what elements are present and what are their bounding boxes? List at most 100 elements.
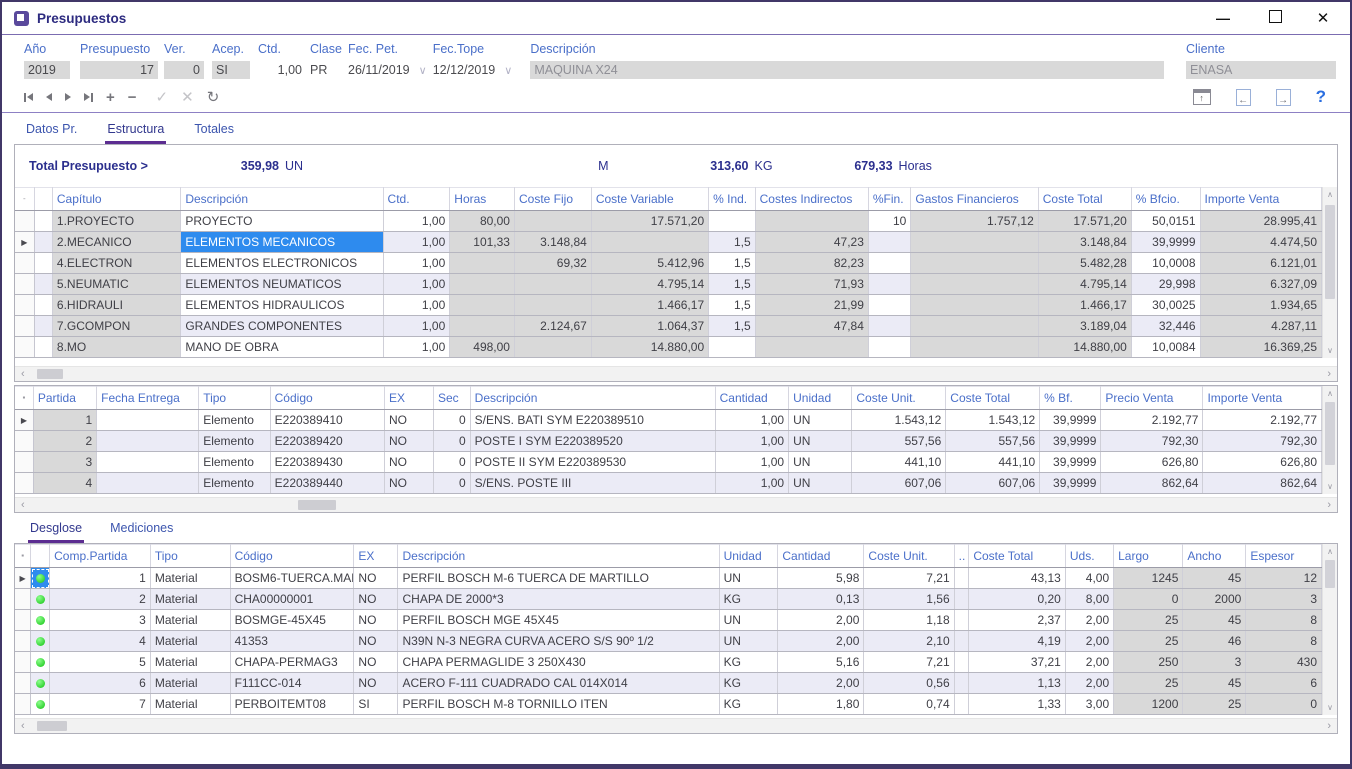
- grid-cell[interactable]: KG: [719, 589, 778, 610]
- grid-cell[interactable]: 12: [1246, 568, 1322, 589]
- status-dot-cell[interactable]: [31, 568, 50, 589]
- grid-cell[interactable]: 3,00: [1065, 694, 1113, 715]
- grid-cell[interactable]: [911, 337, 1038, 358]
- first-record-button[interactable]: [24, 93, 33, 102]
- descripcion-input[interactable]: MAQUINA X24: [530, 61, 1164, 79]
- grid-cell[interactable]: 25: [1114, 631, 1183, 652]
- grid-cell[interactable]: ELEMENTOS NEUMATICOS: [181, 274, 383, 295]
- refresh-button[interactable]: ↻: [207, 90, 220, 105]
- grid-cell[interactable]: ACERO F-111 CUADRADO CAL 014X014: [398, 673, 719, 694]
- grid-cell[interactable]: NO: [384, 431, 433, 452]
- grid-cell[interactable]: CHAPA-PERMAG3: [230, 652, 354, 673]
- grid-cell[interactable]: 45: [1183, 673, 1246, 694]
- tab-datos-pr[interactable]: Datos Pr.: [24, 122, 79, 144]
- grid-cell[interactable]: [954, 610, 969, 631]
- import-document-button[interactable]: ←: [1236, 89, 1251, 106]
- grid-cell[interactable]: 1.466,17: [1038, 295, 1131, 316]
- grid-cell[interactable]: 1.064,37: [591, 316, 708, 337]
- grid-cell[interactable]: POSTE II SYM E220389530: [470, 452, 715, 473]
- grid-cell[interactable]: Material: [150, 673, 230, 694]
- grid-cell[interactable]: 1,5: [709, 316, 756, 337]
- column-header[interactable]: Unidad: [719, 545, 778, 568]
- grid-cell[interactable]: PERFIL BOSCH M-6 TUERCA DE MARTILLO: [398, 568, 719, 589]
- delete-record-button[interactable]: −: [128, 90, 137, 105]
- grid-cell[interactable]: NO: [354, 589, 398, 610]
- tab-desglose[interactable]: Desglose: [28, 521, 84, 543]
- grid-cell[interactable]: Material: [150, 631, 230, 652]
- presupuesto-input[interactable]: 17: [80, 61, 158, 79]
- grid-cell[interactable]: 1,00: [715, 410, 788, 431]
- desglose-vertical-scrollbar[interactable]: ∧ ∨: [1322, 544, 1337, 715]
- grid-cell[interactable]: 2.124,67: [514, 316, 591, 337]
- grid-cell[interactable]: NO: [384, 452, 433, 473]
- grid-cell[interactable]: 3: [1183, 652, 1246, 673]
- grid-cell[interactable]: 25: [1183, 694, 1246, 715]
- grid-cell[interactable]: 0: [433, 452, 470, 473]
- grid-cell[interactable]: [34, 316, 52, 337]
- status-dot-cell[interactable]: [31, 610, 50, 631]
- grid-cell[interactable]: 1.PROYECTO: [52, 211, 180, 232]
- tab-estructura[interactable]: Estructura: [105, 122, 166, 144]
- grid-cell[interactable]: CHAPA DE 2000*3: [398, 589, 719, 610]
- grid-cell[interactable]: [954, 589, 969, 610]
- grid-cell[interactable]: KG: [719, 673, 778, 694]
- capitulos-vertical-scrollbar[interactable]: ∧ ∨: [1322, 187, 1337, 358]
- grid-cell[interactable]: S/ENS. POSTE III: [470, 473, 715, 494]
- grid-cell[interactable]: 792,30: [1101, 431, 1203, 452]
- grid-cell[interactable]: 626,80: [1101, 452, 1203, 473]
- grid-cell[interactable]: 46: [1183, 631, 1246, 652]
- send-to-window-button[interactable]: ↑: [1193, 89, 1211, 105]
- grid-cell[interactable]: 10,0084: [1131, 337, 1200, 358]
- grid-cell[interactable]: 607,06: [852, 473, 946, 494]
- clase-input[interactable]: PR: [310, 61, 344, 79]
- grid-cell[interactable]: 0: [433, 410, 470, 431]
- grid-cell[interactable]: [911, 295, 1038, 316]
- scroll-left-icon[interactable]: ‹: [21, 499, 25, 511]
- grid-cell[interactable]: NO: [384, 473, 433, 494]
- grid-cell[interactable]: [514, 211, 591, 232]
- column-header[interactable]: Coste Unit.: [852, 387, 946, 410]
- grid-cell[interactable]: 1.543,12: [852, 410, 946, 431]
- grid-cell[interactable]: [868, 253, 910, 274]
- grid-cell[interactable]: 69,32: [514, 253, 591, 274]
- scrollbar-thumb[interactable]: [1325, 402, 1335, 465]
- grid-cell[interactable]: 17.571,20: [1038, 211, 1131, 232]
- grid-cell[interactable]: 14.880,00: [591, 337, 708, 358]
- grid-cell[interactable]: [954, 568, 969, 589]
- grid-cell[interactable]: Elemento: [199, 452, 270, 473]
- grid-cell[interactable]: [954, 631, 969, 652]
- grid-cell[interactable]: 1,18: [864, 610, 954, 631]
- minimize-button[interactable]: —: [1206, 10, 1240, 26]
- scroll-right-icon[interactable]: ›: [1327, 368, 1331, 380]
- grid-cell[interactable]: 1,00: [383, 232, 450, 253]
- grid-cell[interactable]: PROYECTO: [181, 211, 383, 232]
- scroll-up-icon[interactable]: ∧: [1327, 389, 1333, 398]
- grid-cell[interactable]: Material: [150, 610, 230, 631]
- tab-mediciones[interactable]: Mediciones: [108, 521, 175, 543]
- column-header[interactable]: %Fin.: [868, 188, 910, 211]
- grid-cell[interactable]: [868, 295, 910, 316]
- column-header[interactable]: Tipo: [150, 545, 230, 568]
- grid-cell[interactable]: 45: [1183, 610, 1246, 631]
- scroll-down-icon[interactable]: ∨: [1327, 482, 1333, 491]
- grid-cell[interactable]: 2,10: [864, 631, 954, 652]
- grid-cell[interactable]: [34, 253, 52, 274]
- grid-cell[interactable]: 4: [33, 473, 96, 494]
- grid-cell[interactable]: [97, 431, 199, 452]
- grid-cell[interactable]: [97, 473, 199, 494]
- column-header[interactable]: Comp.Partida: [50, 545, 151, 568]
- grid-cell[interactable]: [34, 274, 52, 295]
- column-header[interactable]: Coste Variable: [591, 188, 708, 211]
- grid-cell[interactable]: 2,37: [969, 610, 1066, 631]
- grid-cell[interactable]: ELEMENTOS ELECTRONICOS: [181, 253, 383, 274]
- grid-cell[interactable]: 1,00: [383, 274, 450, 295]
- grid-cell[interactable]: [911, 274, 1038, 295]
- grid-cell[interactable]: 4,19: [969, 631, 1066, 652]
- grid-cell[interactable]: E220389410: [270, 410, 384, 431]
- grid-cell[interactable]: [868, 316, 910, 337]
- scrollbar-thumb[interactable]: [37, 369, 63, 379]
- grid-cell[interactable]: 4.287,11: [1200, 316, 1321, 337]
- column-header[interactable]: ..: [954, 545, 969, 568]
- grid-cell[interactable]: 1.466,17: [591, 295, 708, 316]
- scroll-up-icon[interactable]: ∧: [1327, 547, 1333, 556]
